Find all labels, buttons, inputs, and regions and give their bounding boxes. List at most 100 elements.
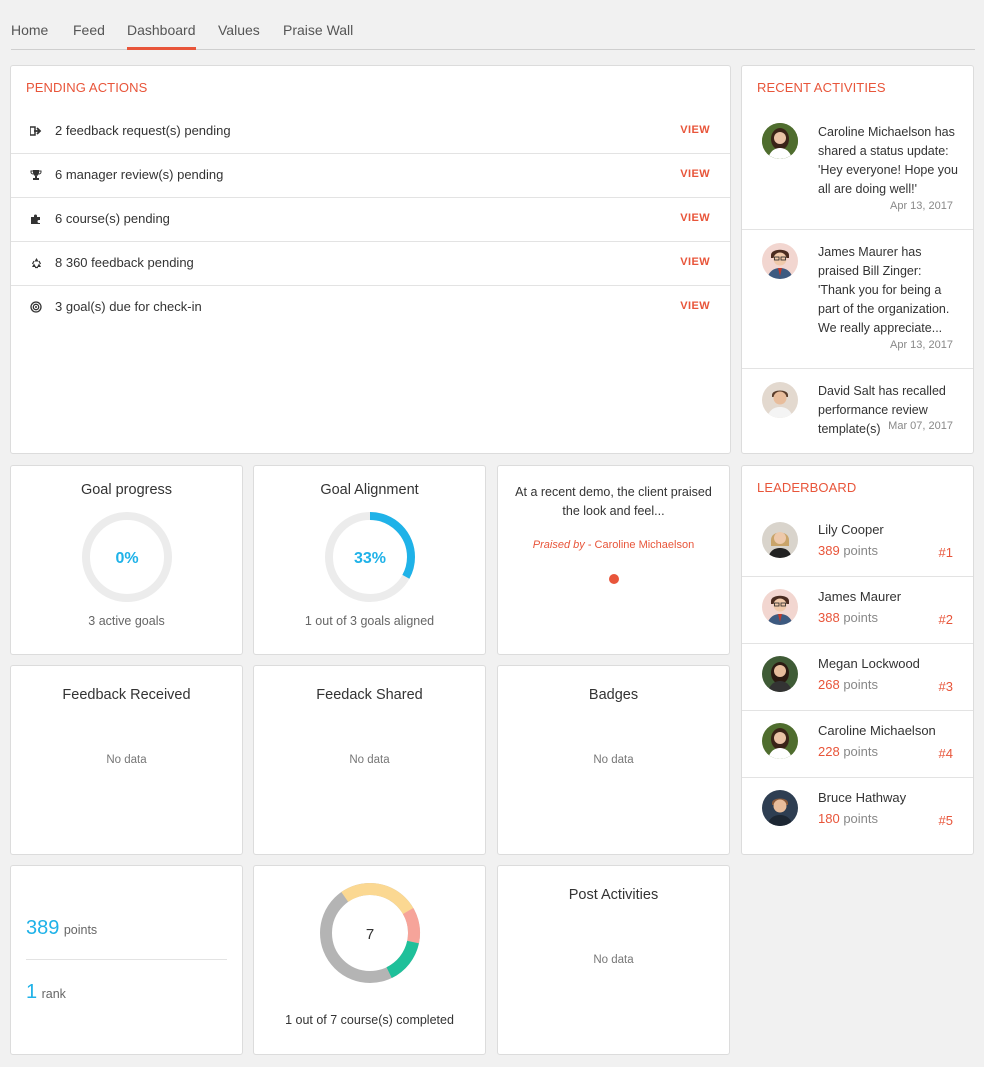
points-label: points (63, 923, 98, 937)
view-link[interactable]: VIEW (680, 256, 710, 268)
goal-alignment-value: 33% (354, 550, 386, 567)
pending-text: 3 goal(s) due for check-in (55, 299, 202, 314)
leaderboard-title: LEADERBOARD (757, 480, 857, 495)
activity-item[interactable]: Caroline Michaelson has shared a status … (742, 123, 973, 230)
leader-points: 388 points (818, 610, 879, 625)
tab-values[interactable]: Values (218, 22, 260, 47)
leader-name: James Maurer (818, 589, 902, 604)
avatar (762, 522, 798, 558)
leader-points: 180 points (818, 811, 879, 826)
view-link[interactable]: VIEW (680, 300, 710, 312)
no-data-text: No data (349, 754, 390, 766)
leader-rank: #4 (938, 746, 953, 761)
top-nav: Home Feed Dashboard Values Praise Wall (11, 0, 975, 50)
leader-name: Megan Lockwood (818, 656, 920, 671)
praised-by-name: - Caroline Michaelson (587, 539, 695, 551)
badges-title: Badges (588, 687, 639, 703)
leader-points: 268 points (818, 677, 879, 692)
recent-activities-card: RECENT ACTIVITIES Caroline Michaelson ha… (741, 65, 974, 454)
leaderboard-row[interactable]: Bruce Hathway 180 points #5 (742, 778, 973, 845)
feedback-shared-title: Feedack Shared (316, 687, 423, 703)
praise-card: At a recent demo, the client praised the… (497, 465, 730, 655)
avatar (762, 589, 798, 625)
divider (26, 959, 227, 960)
leader-rank: #3 (938, 679, 953, 694)
activity-item[interactable]: David Salt has recalled performance revi… (742, 369, 973, 436)
feedback-shared-card: Feedack Shared No data (253, 665, 486, 855)
goal-progress-sub: 3 active goals (88, 614, 165, 628)
pending-actions-title: PENDING ACTIONS (26, 80, 148, 95)
goal-alignment-title: Goal Alignment (320, 482, 419, 498)
goal-progress-card: Goal progress 0% 3 active goals (10, 465, 243, 655)
avatar (762, 123, 798, 159)
badges-card: Badges No data (497, 665, 730, 855)
pending-actions-card: PENDING ACTIONS 2 feedback request(s) pe… (10, 65, 731, 454)
avatar (762, 243, 798, 279)
goal-progress-value: 0% (115, 550, 138, 567)
avatar (762, 723, 798, 759)
activity-date: Apr 13, 2017 (890, 200, 953, 212)
tab-dashboard[interactable]: Dashboard (127, 22, 196, 50)
activity-date: Apr 13, 2017 (890, 339, 953, 351)
rank-value: 1 (26, 981, 38, 1003)
leader-rank: #5 (938, 813, 953, 828)
points-stat: 389 points (26, 917, 97, 940)
recent-activities-title: RECENT ACTIVITIES (757, 80, 886, 95)
activity-text: Caroline Michaelson has shared a status … (818, 125, 958, 196)
leader-name: Bruce Hathway (818, 790, 907, 805)
leaderboard-row[interactable]: Lily Cooper 389 points #1 (742, 510, 973, 577)
no-data-text: No data (593, 954, 634, 966)
pending-row: 3 goal(s) due for check-in VIEW (11, 286, 730, 330)
leaderboard-row[interactable]: Megan Lockwood 268 points #3 (742, 644, 973, 711)
goal-alignment-sub: 1 out of 3 goals aligned (304, 614, 435, 628)
feedback-received-card: Feedback Received No data (10, 665, 243, 855)
praise-author: Praised by - Caroline Michaelson (498, 539, 729, 551)
leaderboard-card: LEADERBOARD Lily Cooper 389 points #1 Ja… (741, 465, 974, 855)
carousel-dot[interactable] (609, 574, 619, 584)
view-link[interactable]: VIEW (680, 168, 710, 180)
courses-center-value: 7 (366, 926, 374, 943)
sign-out-icon (29, 124, 43, 138)
tab-home[interactable]: Home (11, 22, 48, 47)
pending-text: 2 feedback request(s) pending (55, 123, 231, 138)
activity-text: James Maurer has praised Bill Zinger: 'T… (818, 245, 950, 335)
goal-alignment-ring: 33% (325, 512, 415, 602)
leaderboard-row[interactable]: James Maurer 388 points #2 (742, 577, 973, 644)
leader-points: 228 points (818, 744, 879, 759)
trophy-icon (29, 168, 43, 182)
pending-row: 2 feedback request(s) pending VIEW (11, 110, 730, 154)
praised-by-label: Praised by (532, 539, 585, 551)
leader-rank: #2 (938, 612, 953, 627)
target-icon (29, 300, 43, 314)
avatar (762, 382, 798, 418)
tab-praise-wall[interactable]: Praise Wall (283, 22, 353, 47)
feedback-received-title: Feedback Received (62, 687, 191, 703)
praise-text: At a recent demo, the client praised the… (515, 485, 712, 518)
view-link[interactable]: VIEW (680, 124, 710, 136)
pending-row: 6 manager review(s) pending VIEW (11, 154, 730, 198)
pending-row: 6 course(s) pending VIEW (11, 198, 730, 242)
goal-progress-ring: 0% (82, 512, 172, 602)
leaderboard-row[interactable]: Caroline Michaelson 228 points #4 (742, 711, 973, 778)
avatar (762, 656, 798, 692)
activity-item[interactable]: James Maurer has praised Bill Zinger: 'T… (742, 230, 973, 369)
tab-feed[interactable]: Feed (73, 22, 105, 47)
rank-stat: 1 rank (26, 981, 66, 1004)
pending-text: 6 manager review(s) pending (55, 167, 224, 182)
activity-date: Mar 07, 2017 (888, 420, 953, 432)
pending-row: 8 360 feedback pending VIEW (11, 242, 730, 286)
courses-sub: 1 out of 7 course(s) completed (285, 1013, 454, 1027)
pending-text: 6 course(s) pending (55, 211, 170, 226)
leader-rank: #1 (938, 545, 953, 560)
rank-label: rank (41, 987, 66, 1001)
avatar (762, 790, 798, 826)
leader-name: Lily Cooper (818, 522, 884, 537)
points-card: 389 points 1 rank (10, 865, 243, 1055)
leader-name: Caroline Michaelson (818, 723, 936, 738)
post-activities-title: Post Activities (568, 887, 659, 903)
goal-alignment-card: Goal Alignment 33% 1 out of 3 goals alig… (253, 465, 486, 655)
view-link[interactable]: VIEW (680, 212, 710, 224)
goal-progress-title: Goal progress (80, 482, 173, 498)
courses-card: 7 1 out of 7 course(s) completed (253, 865, 486, 1055)
recycle-icon (29, 256, 43, 270)
